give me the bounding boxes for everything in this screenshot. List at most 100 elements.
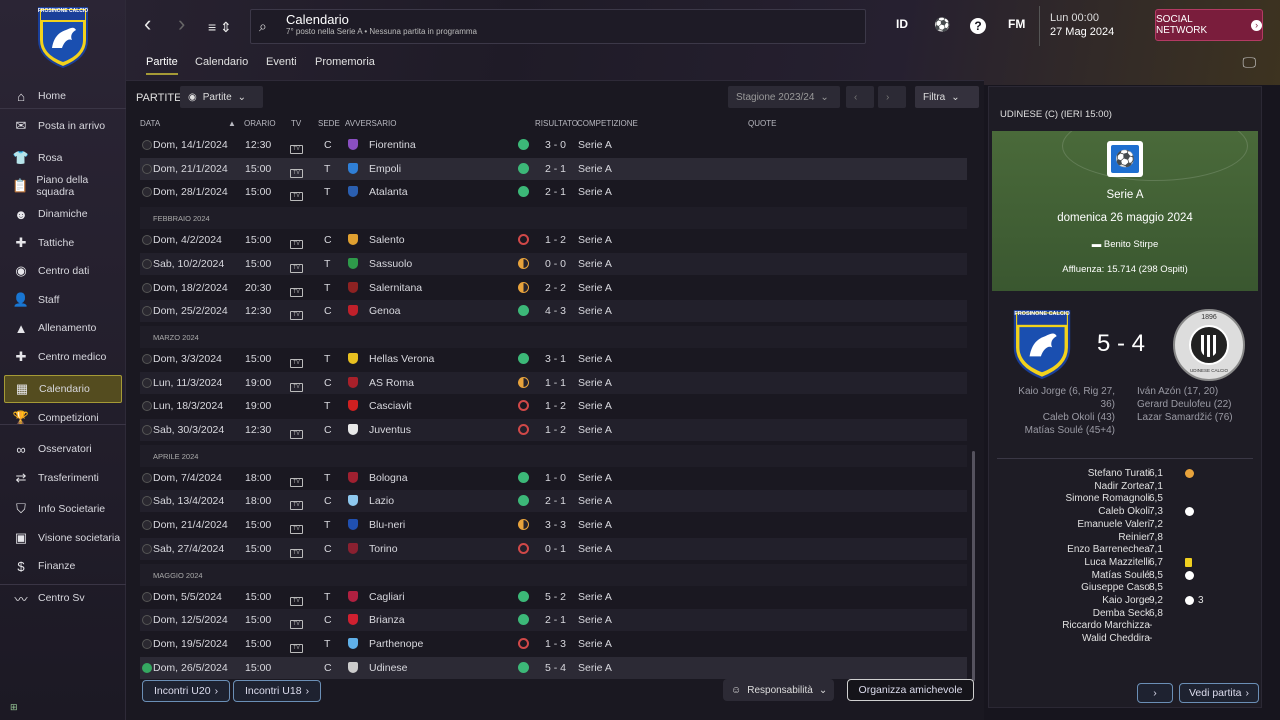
sidebar-item-visione-societaria[interactable]: ▣ Visione societaria — [4, 524, 122, 552]
player-name[interactable]: Emanuele Valeri — [1077, 519, 1150, 530]
col-result[interactable]: RISULTATO — [535, 119, 578, 128]
date-display[interactable]: Lun 00:00 27 Mag 2024 — [1039, 6, 1114, 46]
sidebar-divider — [0, 424, 126, 425]
sidebar-item-label: Piano della squadra — [36, 174, 89, 198]
table-row[interactable]: Dom, 3/3/2024 15:00 TV T Hellas Verona 3 - 1S… — [140, 348, 967, 370]
scrollbar[interactable] — [972, 451, 975, 681]
table-row[interactable]: Dom, 12/5/2024 15:00 TV C Brianza 2 - 1 Serie … — [140, 609, 967, 632]
player-name[interactable]: Enzo Barrenechea — [1067, 544, 1150, 555]
player-name[interactable]: Simone Romagnoli — [1066, 493, 1151, 504]
sidebar-item-staff[interactable]: 👤 Staff — [4, 286, 122, 314]
next-match-button[interactable]: › — [1137, 683, 1173, 703]
sidebar-item-rosa[interactable]: 👕 Rosa — [4, 144, 122, 172]
player-name[interactable]: Walid Cheddira — [1082, 633, 1150, 644]
status-icon[interactable]: ⊞ — [10, 702, 18, 713]
result-indicator-icon — [518, 234, 529, 246]
table-row[interactable]: Dom, 4/2/2024 15:00 TV C Salento 1 - 2 Serie A — [140, 229, 967, 251]
help-icon[interactable]: ? — [970, 18, 986, 34]
table-row[interactable]: Dom, 14/1/2024 12:30 TV C Fiorentina 3 - 0 Ser… — [140, 134, 967, 156]
social-network-button[interactable]: SOCIAL NETWORK › — [1155, 9, 1263, 41]
away-team-logo[interactable]: 1896 UDINESE CALCIO — [1173, 309, 1245, 381]
sidebar-item-centro-medico[interactable]: ✚ Centro medico — [4, 343, 122, 371]
sidebar-item-info-societarie[interactable]: ⛉ Info Societarie — [4, 495, 122, 523]
sidebar-item-centro-dati[interactable]: ◉ Centro dati — [4, 257, 122, 285]
sidebar-item-trasferimenti[interactable]: ⇄ Trasferimenti — [4, 464, 122, 492]
table-row[interactable]: Dom, 18/2/2024 20:30 TV T Salernitana 2 - 2 Se… — [140, 277, 967, 299]
tab-partite[interactable]: Partite — [146, 56, 178, 75]
player-name[interactable]: Nadir Zortea — [1094, 481, 1150, 492]
club-logo[interactable] — [36, 6, 90, 68]
next-season-button[interactable]: › — [878, 86, 906, 108]
table-row[interactable]: Dom, 25/2/2024 12:30 TV C Genoa 4 - 3 Serie A — [140, 300, 967, 323]
sidebar-item-centro-sv[interactable]: 〰 Centro Sv — [4, 584, 122, 612]
season-dropdown[interactable]: Stagione 2023/24 ⌄ — [728, 86, 840, 108]
player-name[interactable]: Giuseppe Caso — [1081, 582, 1150, 593]
u18-matches-button[interactable]: Incontri U18 › — [233, 680, 321, 702]
tab-calendario[interactable]: Calendario — [195, 56, 248, 68]
sort-arrow-icon[interactable]: ▲ — [228, 119, 236, 128]
view-dropdown[interactable]: ◉ Partite ⌄ — [180, 86, 263, 108]
player-name[interactable]: Luca Mazzitelli — [1084, 557, 1150, 568]
player-name[interactable]: Kaio Jorge — [1102, 595, 1150, 606]
table-row[interactable]: Dom, 28/1/2024 15:00 TV T Atalanta 2 - 1 Serie… — [140, 181, 967, 203]
table-row[interactable]: Sab, 30/3/2024 12:30 TV C Juventus 1 - 2 Serie… — [140, 419, 967, 441]
table-row[interactable]: Dom, 5/5/2024 15:00 TV T Cagliari 5 - 2 Serie … — [140, 586, 967, 608]
table-row[interactable]: Sab, 27/4/2024 15:00 TV C Torino 0 - 1 Serie A — [140, 537, 967, 560]
match-score: 0 - 0 — [545, 257, 567, 270]
sidebar-item-competizioni[interactable]: 🏆 Competizioni — [4, 404, 122, 432]
sidebar-item-osservatori[interactable]: ∞ Osservatori — [4, 435, 122, 463]
col-time[interactable]: ORARIO — [244, 119, 276, 128]
table-row[interactable]: Lun, 11/3/2024 19:00 TV C AS Roma 1 - 1 Serie … — [140, 371, 967, 394]
opponent-crest-icon — [348, 637, 358, 649]
sidebar-item-allenamento[interactable]: ▲ Allenamento — [4, 314, 122, 342]
col-date[interactable]: DATA — [140, 119, 160, 128]
sidebar-item-tattiche[interactable]: ✚ Tattiche — [4, 229, 122, 257]
organize-friendly-button[interactable]: Organizza amichevole — [847, 679, 974, 701]
fm-button[interactable]: FM — [1008, 17, 1025, 31]
player-name[interactable]: Matías Soulé — [1092, 570, 1150, 581]
col-tv[interactable]: TV — [291, 119, 301, 128]
ball-icon — [1185, 507, 1194, 517]
monitor-icon[interactable]: 🖵 — [1243, 54, 1257, 71]
sidebar-item-calendario[interactable]: ▦ Calendario — [4, 375, 122, 403]
forward-button[interactable]: › — [178, 12, 185, 36]
u20-matches-button[interactable]: Incontri U20 › — [142, 680, 230, 702]
match-competition: Serie A — [578, 352, 612, 365]
sidebar-item-posta-in-arrivo[interactable]: ✉ Posta in arrivo — [4, 112, 122, 140]
player-name[interactable]: Stefano Turati — [1088, 468, 1150, 479]
table-row[interactable]: Dom, 7/4/2024 18:00 TV T Bologna 1 - 0 Serie A — [140, 467, 967, 489]
player-name[interactable]: Caleb Okoli — [1098, 506, 1150, 517]
result-indicator-icon — [518, 542, 529, 554]
sidebar-item-finanze[interactable]: $ Finanze — [4, 552, 122, 580]
col-opponent[interactable]: AVVERSARIO — [345, 119, 396, 128]
prev-season-button[interactable]: ‹ — [846, 86, 874, 108]
tab-eventi[interactable]: Eventi — [266, 56, 297, 68]
table-row[interactable]: Sab, 13/4/2024 18:00 TV C Lazio 2 - 1 Serie A — [140, 490, 967, 513]
match-competition: Serie A — [578, 376, 612, 389]
table-row[interactable]: Lun, 18/3/2024 19:00 T Casciavit 1 - 2 Serie … — [140, 395, 967, 417]
col-venue[interactable]: SEDE — [318, 119, 340, 128]
player-name[interactable]: Riccardo Marchizza — [1062, 620, 1150, 631]
sidebar-item-piano-della-squadra[interactable]: 📋 Piano della squadra — [4, 172, 122, 200]
view-match-button[interactable]: Vedi partita › — [1179, 683, 1259, 703]
responsibility-dropdown[interactable]: ☺ Responsabilità ⌄ — [723, 679, 834, 701]
player-name[interactable]: Reinier — [1118, 532, 1150, 543]
sidebar-item-home[interactable]: ⌂ Home — [4, 82, 122, 110]
col-odds[interactable]: QUOTE — [748, 119, 776, 128]
id-button[interactable]: ID — [896, 17, 908, 31]
chevron-right-icon: › — [305, 685, 310, 697]
ball-icon[interactable]: ⚽ — [934, 17, 950, 33]
table-row[interactable]: Dom, 26/5/2024 15:00 C Udinese 5 - 4 Serie A — [140, 656, 967, 679]
sidebar-item-dinamiche[interactable]: ☻ Dinamiche — [4, 200, 122, 228]
col-competition[interactable]: COMPETIZIONE — [577, 119, 638, 128]
home-team-logo[interactable] — [1011, 309, 1073, 379]
tab-promemoria[interactable]: Promemoria — [315, 56, 375, 68]
table-row[interactable]: Dom, 21/1/2024 15:00 TV T Empoli 2 - 1 Serie A — [140, 157, 967, 180]
player-name[interactable]: Demba Seck — [1093, 608, 1150, 619]
filter-button[interactable]: Filtra ⌄ — [915, 86, 979, 108]
table-row[interactable]: Dom, 19/5/2024 15:00 TV T Parthenope 1 - 3 Ser… — [140, 633, 967, 655]
menu-icon[interactable]: ≡ ⇕ — [208, 15, 232, 39]
table-row[interactable]: Dom, 21/4/2024 15:00 TV T Blu-neri 3 - 3 Serie… — [140, 514, 967, 536]
table-row[interactable]: Sab, 10/2/2024 15:00 TV T Sassuolo 0 - 0 Serie… — [140, 252, 967, 275]
back-button[interactable]: ‹ — [144, 12, 151, 36]
